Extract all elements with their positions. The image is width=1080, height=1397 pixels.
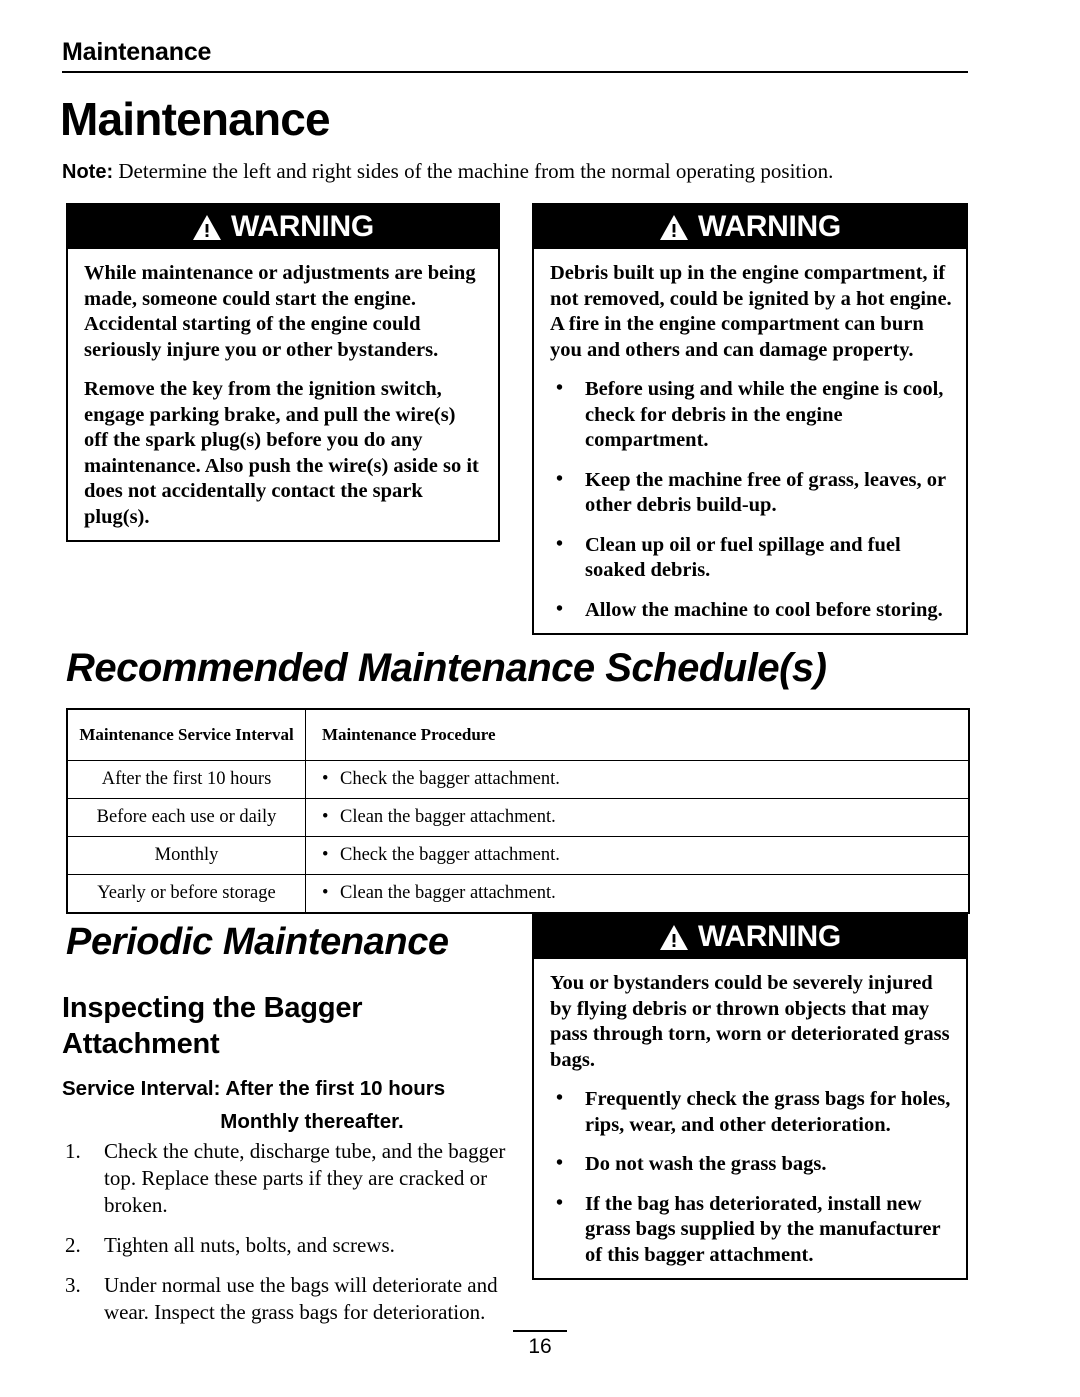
bullet-icon: •	[556, 532, 564, 555]
periodic-maintenance-heading: Periodic Maintenance	[66, 921, 449, 963]
running-header-divider	[62, 71, 968, 73]
note-label: Note:	[62, 161, 114, 183]
cell-procedure: • Check the bagger attachment.	[305, 760, 970, 799]
bullet-icon: •	[322, 769, 329, 789]
note-body: Determine the left and right sides of th…	[113, 159, 834, 183]
bullet-icon: •	[322, 807, 329, 827]
step-text: Check the chute, discharge tube, and the…	[104, 1139, 506, 1217]
bullet-icon: •	[322, 845, 329, 865]
step-number: 2.	[65, 1233, 81, 1257]
maintenance-schedule-table: Maintenance Service Interval Maintenance…	[66, 708, 970, 914]
service-interval-line2: Monthly thereafter.	[220, 1110, 404, 1133]
bullet-icon: •	[556, 597, 564, 620]
cell-procedure: • Clean the bagger attachment.	[305, 798, 970, 837]
bullet-icon: •	[556, 1087, 564, 1109]
step-number: 3.	[65, 1273, 81, 1297]
running-header: Maintenance	[62, 38, 968, 73]
warning-bullet-text: Before using and while the engine is coo…	[585, 378, 944, 451]
footer-divider	[513, 1330, 567, 1332]
warning-paragraph: You or bystanders could be severely inju…	[550, 972, 950, 1071]
warning-bullet-list: • Before using and while the engine is co…	[550, 377, 952, 623]
bullet-icon: •	[556, 467, 564, 490]
warning-box-engine-debris: WARNING Debris built up in the engine co…	[532, 203, 968, 635]
warning-body: Debris built up in the engine compartmen…	[534, 249, 966, 633]
warning-bullet-text: Do not wash the grass bags.	[585, 1153, 827, 1175]
warning-bullet-text: Allow the machine to cool before storing…	[585, 598, 943, 621]
bullet-icon: •	[322, 883, 329, 903]
cell-procedure-text: Check the bagger attachment.	[340, 845, 560, 865]
table-row: After the first 10 hours • Check the bagg…	[66, 760, 970, 799]
cell-interval: Yearly or before storage	[66, 874, 306, 914]
service-interval-block: Service Interval: After the first 10 hou…	[62, 1072, 502, 1138]
running-header-text: Maintenance	[62, 38, 212, 66]
step-text: Tighten all nuts, bolts, and screws.	[104, 1233, 395, 1257]
warning-bullet-text: Keep the machine free of grass, leaves, …	[585, 468, 946, 517]
cell-procedure: • Clean the bagger attachment.	[305, 874, 970, 914]
warning-paragraph: While maintenance or adjustments are bei…	[84, 262, 476, 361]
warning-bullet-item: • Frequently check the grass bags for hol…	[550, 1087, 952, 1138]
step-text: Under normal use the bags will deteriora…	[104, 1273, 498, 1324]
warning-bullet-text: Frequently check the grass bags for hole…	[585, 1088, 951, 1136]
table-body: After the first 10 hours • Check the bagg…	[66, 760, 970, 914]
table-row: Before each use or daily • Clean the bagg…	[66, 798, 970, 837]
warning-bullet-item: • Do not wash the grass bags.	[550, 1152, 952, 1178]
cell-procedure-text: Check the bagger attachment.	[340, 769, 560, 789]
cell-interval: After the first 10 hours	[66, 760, 306, 799]
warning-header-bar: WARNING	[534, 205, 966, 249]
list-item: 1. Check the chute, discharge tube, and t…	[62, 1138, 507, 1219]
page-number: 16	[528, 1335, 552, 1358]
warning-bullet-item: • Allow the machine to cool before storin…	[550, 598, 952, 624]
bullet-icon: •	[556, 1152, 564, 1174]
warning-header-bar: WARNING	[534, 915, 966, 959]
warning-label: WARNING	[698, 210, 841, 243]
warning-label: WARNING	[698, 920, 841, 953]
warning-bullet-item: • Keep the machine free of grass, leaves,…	[550, 468, 952, 519]
column-header-procedure: Maintenance Procedure	[305, 708, 970, 761]
table-row: Monthly • Check the bagger attachment.	[66, 836, 970, 875]
warning-box-maintenance: WARNING While maintenance or adjustments…	[66, 203, 500, 542]
list-item: 3. Under normal use the bags will deterio…	[62, 1272, 507, 1326]
cell-procedure-text: Clean the bagger attachment.	[340, 807, 556, 827]
cell-interval: Before each use or daily	[66, 798, 306, 837]
schedule-heading: Recommended Maintenance Schedule(s)	[66, 646, 827, 690]
warning-box-grass-bags: WARNING You or bystanders could be sever…	[532, 913, 968, 1280]
warning-bullet-text: Clean up oil or fuel spillage and fuel s…	[585, 533, 901, 582]
warning-triangle-icon	[660, 924, 689, 950]
inspection-steps-list: 1. Check the chute, discharge tube, and t…	[62, 1138, 507, 1339]
warning-header-bar: WARNING	[68, 205, 498, 249]
table-header-row: Maintenance Service Interval Maintenance…	[66, 708, 970, 761]
column-header-interval: Maintenance Service Interval	[66, 708, 306, 761]
warning-bullet-item: • Before using and while the engine is co…	[550, 377, 952, 454]
page-footer: 16	[0, 1330, 1080, 1359]
cell-procedure: • Check the bagger attachment.	[305, 836, 970, 875]
inspecting-bagger-subheading: Inspecting the Bagger Attachment	[62, 992, 363, 1060]
warning-bullet-item: • Clean up oil or fuel spillage and fuel …	[550, 533, 952, 584]
cell-interval: Monthly	[66, 836, 306, 875]
warning-body: While maintenance or adjustments are bei…	[68, 249, 498, 540]
warning-bullet-text: If the bag has deteriorated, install new…	[585, 1192, 941, 1266]
warning-triangle-icon	[660, 214, 689, 240]
bullet-icon: •	[556, 1191, 564, 1214]
warning-triangle-icon	[193, 214, 222, 240]
warning-label: WARNING	[231, 210, 374, 243]
service-interval-line1: Service Interval: After the first 10 hou…	[62, 1077, 446, 1100]
warning-paragraph: Debris built up in the engine compartmen…	[550, 262, 952, 361]
warning-body: You or bystanders could be severely inju…	[534, 959, 966, 1278]
warning-bullet-item: • If the bag has deteriorated, install ne…	[550, 1192, 952, 1269]
list-item: 2. Tighten all nuts, bolts, and screws.	[62, 1232, 507, 1259]
table-header: Maintenance Service Interval Maintenance…	[66, 708, 970, 761]
bullet-icon: •	[556, 377, 564, 399]
table-row: Yearly or before storage • Clean the bagg…	[66, 874, 970, 914]
warning-bullet-list: • Frequently check the grass bags for hol…	[550, 1087, 952, 1268]
step-number: 1.	[65, 1139, 81, 1163]
note-line: Note: Determine the left and right sides…	[62, 158, 962, 185]
page-title: Maintenance	[60, 93, 331, 145]
cell-procedure-text: Clean the bagger attachment.	[340, 883, 556, 903]
warning-paragraph: Remove the key from the ignition switch,…	[84, 378, 479, 528]
